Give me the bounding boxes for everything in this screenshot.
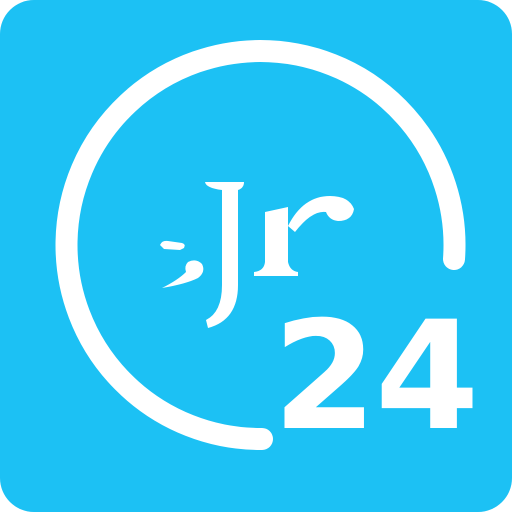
app-icon[interactable]: 24 bbox=[0, 0, 512, 512]
number-24: 24 bbox=[273, 290, 478, 464]
